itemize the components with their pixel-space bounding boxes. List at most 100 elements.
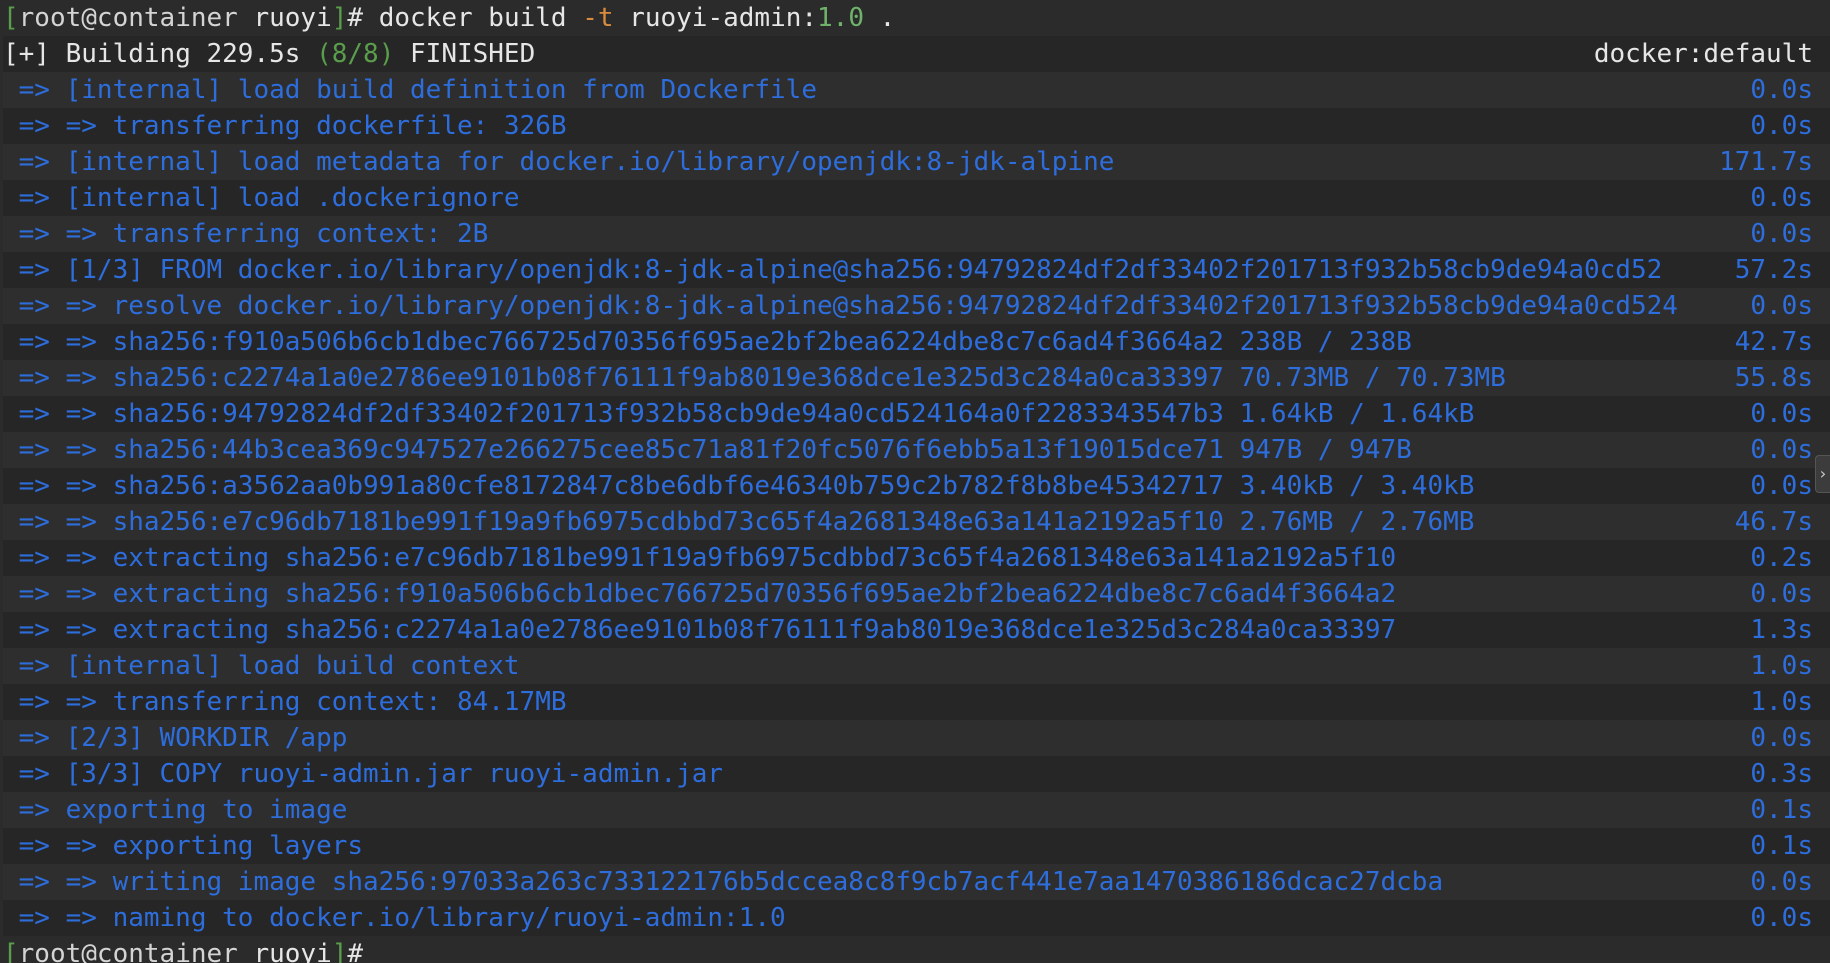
build-step-row: => => extracting sha256:c2274a1a0e2786ee…: [3, 612, 1830, 648]
build-step-text: => => extracting sha256:c2274a1a0e2786ee…: [3, 615, 1397, 645]
command-line: [root@container ruoyi]# docker build -t …: [3, 0, 1830, 36]
build-step-row: => => sha256:e7c96db7181be991f19a9fb6975…: [3, 504, 1830, 540]
build-step-text: => => extracting sha256:f910a506b6cb1dbe…: [3, 579, 1397, 609]
chevron-right-icon[interactable]: ›: [1815, 455, 1830, 493]
command-version: 1.0: [817, 3, 864, 33]
build-step-text: => => sha256:94792824df2df33402f201713f9…: [3, 399, 1475, 429]
build-step-time: 0.0s: [1750, 75, 1813, 105]
final-prompt-text: [root@container ruoyi]#: [3, 936, 363, 963]
build-step-row: => [1/3] FROM docker.io/library/openjdk:…: [3, 252, 1830, 288]
final-prompt-symbol: #: [347, 939, 364, 963]
build-step-row: => => resolve docker.io/library/openjdk:…: [3, 288, 1830, 324]
prompt-open-bracket: [: [3, 3, 19, 33]
build-header: [+] Building 229.5s (8/8) FINISHED docke…: [3, 36, 1830, 72]
final-prompt-close: ]: [331, 939, 348, 963]
build-step-text: => [internal] load .dockerignore: [3, 183, 520, 213]
final-prompt-user-host: root@container: [18, 939, 238, 963]
build-step-row: => => extracting sha256:e7c96db7181be991…: [3, 540, 1830, 576]
build-step-row: => => sha256:a3562aa0b991a80cfe8172847c8…: [3, 468, 1830, 504]
command-flag: -t: [582, 3, 614, 33]
build-step-text: => => writing image sha256:97033a263c733…: [3, 867, 1444, 897]
builder-name: docker:default: [1593, 39, 1813, 69]
build-step-time: 57.2s: [1734, 255, 1813, 285]
build-step-time: 0.0s: [1750, 183, 1813, 213]
build-step-text: => => resolve docker.io/library/openjdk:…: [3, 291, 1678, 321]
build-steps: => [internal] load build definition from…: [3, 72, 1830, 936]
prompt-user-host: root@container: [18, 3, 238, 33]
build-step-text: => [internal] load build definition from…: [3, 75, 817, 105]
build-step-row: => => sha256:c2274a1a0e2786ee9101b08f761…: [3, 360, 1830, 396]
build-step-row: => => sha256:44b3cea369c947527e266275cee…: [3, 432, 1830, 468]
final-prompt[interactable]: [root@container ruoyi]#: [3, 936, 1830, 963]
build-step-time: 0.0s: [1750, 219, 1813, 249]
build-step-time: 1.0s: [1750, 651, 1813, 681]
build-status: [+] Building 229.5s (8/8) FINISHED: [3, 36, 535, 72]
build-step-time: 0.1s: [1750, 795, 1813, 825]
build-step-text: => => sha256:e7c96db7181be991f19a9fb6975…: [3, 507, 1475, 537]
build-step-row: => [3/3] COPY ruoyi-admin.jar ruoyi-admi…: [3, 756, 1830, 792]
build-step-time: 0.0s: [1750, 291, 1813, 321]
build-step-time: 0.0s: [1750, 471, 1813, 501]
build-step-time: 0.1s: [1750, 831, 1813, 861]
build-step-time: 171.7s: [1719, 147, 1813, 177]
build-step-time: 1.3s: [1750, 615, 1813, 645]
build-step-text: => => exporting layers: [3, 831, 364, 861]
build-step-row: => => naming to docker.io/library/ruoyi-…: [3, 900, 1830, 936]
command-context: .: [879, 3, 896, 33]
build-step-time: 42.7s: [1734, 327, 1813, 357]
build-step-row: => => transferring dockerfile: 326B 0.0s: [3, 108, 1830, 144]
build-finished: FINISHED: [394, 39, 536, 69]
build-step-text: => => naming to docker.io/library/ruoyi-…: [3, 903, 786, 933]
build-step-row: => => transferring context: 2B 0.0s: [3, 216, 1830, 252]
build-step-text: => [1/3] FROM docker.io/library/openjdk:…: [3, 255, 1663, 285]
build-step-time: 0.0s: [1750, 435, 1813, 465]
build-step-row: => exporting to image 0.1s: [3, 792, 1830, 828]
prompt-dir: ruoyi: [253, 3, 332, 33]
build-step-row: => => exporting layers 0.1s: [3, 828, 1830, 864]
build-step-text: => => transferring context: 84.17MB: [3, 687, 567, 717]
build-step-text: => => transferring context: 2B: [3, 219, 489, 249]
build-step-row: => [internal] load build context 1.0s: [3, 648, 1830, 684]
prompt-symbol: #: [347, 3, 364, 33]
build-step-text: => [3/3] COPY ruoyi-admin.jar ruoyi-admi…: [3, 759, 724, 789]
command-prompt: [root@container ruoyi]# docker build -t …: [3, 0, 895, 36]
build-step-text: => => extracting sha256:e7c96db7181be991…: [3, 543, 1397, 573]
build-step-time: 0.0s: [1750, 867, 1813, 897]
build-step-time: 0.0s: [1750, 723, 1813, 753]
build-step-time: 0.0s: [1750, 399, 1813, 429]
build-step-row: => [internal] load metadata for docker.i…: [3, 144, 1830, 180]
build-step-time: 0.0s: [1750, 903, 1813, 933]
build-step-row: => [internal] load build definition from…: [3, 72, 1830, 108]
build-step-time: 0.0s: [1750, 111, 1813, 141]
build-step-row: => => writing image sha256:97033a263c733…: [3, 864, 1830, 900]
build-step-text: => exporting to image: [3, 795, 348, 825]
build-step-text: => [internal] load build context: [3, 651, 520, 681]
build-step-text: => [2/3] WORKDIR /app: [3, 723, 348, 753]
build-step-text: => => sha256:44b3cea369c947527e266275cee…: [3, 435, 1412, 465]
build-step-time: 0.2s: [1750, 543, 1813, 573]
final-prompt-open: [: [3, 939, 19, 963]
build-duration: Building 229.5s: [49, 39, 317, 69]
build-step-time: 0.3s: [1750, 759, 1813, 789]
prompt-close-bracket: ]: [331, 3, 348, 33]
build-step-text: => => sha256:f910a506b6cb1dbec766725d703…: [3, 327, 1412, 357]
build-step-row: => => transferring context: 84.17MB 1.0s: [3, 684, 1830, 720]
build-step-row: => [2/3] WORKDIR /app 0.0s: [3, 720, 1830, 756]
build-step-row: => => extracting sha256:f910a506b6cb1dbe…: [3, 576, 1830, 612]
build-step-row: => [internal] load .dockerignore 0.0s: [3, 180, 1830, 216]
build-step-time: 55.8s: [1734, 363, 1813, 393]
build-step-row: => => sha256:f910a506b6cb1dbec766725d703…: [3, 324, 1830, 360]
command-image: ruoyi-admin:: [629, 3, 818, 33]
final-prompt-dir: ruoyi: [253, 939, 332, 963]
command-text: docker build: [378, 3, 567, 33]
build-step-row: => => sha256:94792824df2df33402f201713f9…: [3, 396, 1830, 432]
build-prefix: [+]: [3, 39, 50, 69]
build-step-text: => => sha256:a3562aa0b991a80cfe8172847c8…: [3, 471, 1475, 501]
build-step-time: 46.7s: [1734, 507, 1813, 537]
build-count: (8/8): [316, 39, 395, 69]
build-step-text: => => sha256:c2274a1a0e2786ee9101b08f761…: [3, 363, 1506, 393]
build-step-text: => [internal] load metadata for docker.i…: [3, 147, 1115, 177]
build-step-time: 1.0s: [1750, 687, 1813, 717]
build-step-time: 0.0s: [1750, 579, 1813, 609]
terminal-window[interactable]: [root@container ruoyi]# docker build -t …: [0, 0, 1830, 963]
